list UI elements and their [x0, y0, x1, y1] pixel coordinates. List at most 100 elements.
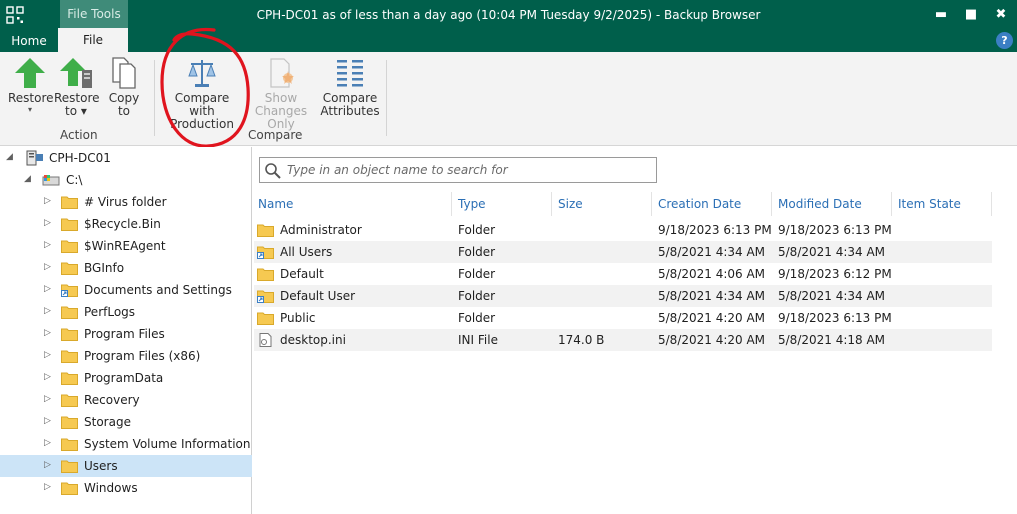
- column-header-type[interactable]: Type: [454, 192, 552, 216]
- expand-icon[interactable]: ▷: [44, 196, 54, 208]
- tab-file[interactable]: File: [58, 28, 128, 52]
- tree-folder-item[interactable]: ▷ Documents and Settings: [0, 279, 252, 301]
- folder-shortcut-icon: [257, 290, 274, 303]
- expand-icon[interactable]: ▷: [44, 438, 54, 450]
- cell-type: Folder: [458, 245, 496, 259]
- column-header-modified-date[interactable]: Modified Date: [774, 192, 892, 216]
- table-row[interactable]: Public Folder 5/8/2021 4:20 AM 9/18/2023 6:…: [254, 307, 992, 329]
- close-button[interactable]: ✖: [984, 0, 1017, 30]
- maximize-button[interactable]: ■: [954, 0, 988, 30]
- compare-group-label: Compare: [248, 128, 303, 142]
- folder-icon: [61, 306, 78, 319]
- tree-folder-item[interactable]: ▷ $Recycle.Bin: [0, 213, 252, 235]
- compare-attributes-button[interactable]: Compare Attributes: [320, 56, 380, 118]
- tree-folder-label: Storage: [84, 415, 131, 429]
- tree-folder-item[interactable]: ▷ Windows: [0, 477, 252, 499]
- column-header-creation-date[interactable]: Creation Date: [654, 192, 772, 216]
- cell-creation-date: 5/8/2021 4:34 AM: [658, 245, 766, 259]
- cell-modified-date: 9/18/2023 6:13 PM: [778, 223, 892, 237]
- cell-creation-date: 5/8/2021 4:20 AM: [658, 333, 766, 347]
- tree-folder-item[interactable]: ▷ Program Files: [0, 323, 252, 345]
- minimize-button[interactable]: ▬: [924, 0, 958, 30]
- search-box[interactable]: [259, 157, 657, 183]
- column-header-item-state[interactable]: Item State: [894, 192, 992, 216]
- expand-icon[interactable]: ▷: [44, 262, 54, 274]
- show-changes-only-button[interactable]: Show Changes Only: [242, 56, 320, 131]
- tree-folder-item[interactable]: ▷ $WinREAgent: [0, 235, 252, 257]
- group-divider: [386, 60, 387, 136]
- expand-icon[interactable]: ▷: [44, 372, 54, 384]
- tree-root[interactable]: ◢ CPH-DC01: [0, 147, 252, 169]
- expand-icon[interactable]: ▷: [44, 218, 54, 230]
- table-row[interactable]: Default User Folder 5/8/2021 4:34 AM 5/8/20…: [254, 285, 992, 307]
- tree-folder-item[interactable]: ▷ Storage: [0, 411, 252, 433]
- expand-icon[interactable]: ▷: [44, 284, 54, 296]
- cell-creation-date: 5/8/2021 4:34 AM: [658, 289, 766, 303]
- table-row[interactable]: Default Folder 5/8/2021 4:06 AM 9/18/2023 6…: [254, 263, 992, 285]
- cell-modified-date: 9/18/2023 6:12 PM: [778, 267, 892, 281]
- window-title: CPH-DC01 as of less than a day ago (10:0…: [256, 8, 761, 22]
- collapse-icon[interactable]: ◢: [6, 152, 16, 164]
- tree-folder-label: # Virus folder: [84, 195, 167, 209]
- tree-folder-item[interactable]: ▷ ProgramData: [0, 367, 252, 389]
- expand-icon[interactable]: ▷: [44, 306, 54, 318]
- tree-folder-item[interactable]: ▷ BGInfo: [0, 257, 252, 279]
- folder-icon: [257, 268, 274, 281]
- tree-folder-item[interactable]: ▷ Recovery: [0, 389, 252, 411]
- tree-folder-label: Program Files: [84, 327, 165, 341]
- restore-to-button[interactable]: Restore to ▾: [54, 56, 100, 118]
- folder-icon: [257, 312, 274, 325]
- search-input[interactable]: [287, 160, 647, 180]
- tree-folder-label: System Volume Information: [84, 437, 251, 451]
- action-group-label: Action: [60, 128, 98, 142]
- folder-shortcut-icon: [61, 284, 78, 297]
- expand-icon[interactable]: ▷: [44, 460, 54, 472]
- expand-icon[interactable]: ▷: [44, 394, 54, 406]
- folder-icon: [61, 240, 78, 253]
- folder-icon: [61, 438, 78, 451]
- folder-icon: [61, 262, 78, 275]
- cell-name: Public: [280, 311, 316, 325]
- table-row[interactable]: Administrator Folder 9/18/2023 6:13 PM 9/18…: [254, 219, 992, 241]
- expand-icon[interactable]: ▷: [44, 482, 54, 494]
- tree-folder-item[interactable]: ▷ Program Files (x86): [0, 345, 252, 367]
- column-header-name[interactable]: Name: [254, 192, 452, 216]
- drive-icon: [42, 175, 60, 186]
- expand-icon[interactable]: ▷: [44, 240, 54, 252]
- ribbon-tabs: Home File ?: [0, 28, 1017, 52]
- collapse-icon[interactable]: ◢: [24, 174, 34, 186]
- tree-folder-label: Recovery: [84, 393, 140, 407]
- expand-icon[interactable]: ▷: [44, 416, 54, 428]
- tab-home[interactable]: Home: [0, 30, 58, 52]
- cell-modified-date: 5/8/2021 4:34 AM: [778, 289, 886, 303]
- expand-icon[interactable]: ▷: [44, 350, 54, 362]
- restore-button[interactable]: Restore ▾: [8, 56, 54, 115]
- cell-name: desktop.ini: [280, 333, 346, 347]
- table-row[interactable]: All Users Folder 5/8/2021 4:34 AM 5/8/2021 …: [254, 241, 992, 263]
- folder-shortcut-icon: [257, 246, 274, 259]
- scales-icon: [188, 60, 216, 87]
- tree-folder-item[interactable]: ▷ # Virus folder: [0, 191, 252, 213]
- folder-icon: [61, 460, 78, 473]
- cell-type: INI File: [458, 333, 498, 347]
- attributes-list-icon: [337, 60, 363, 87]
- expand-icon[interactable]: ▷: [44, 328, 54, 340]
- cell-creation-date: 9/18/2023 6:13 PM: [658, 223, 772, 237]
- column-header-size[interactable]: Size: [554, 192, 652, 216]
- tree-drive-label: C:\: [66, 173, 83, 187]
- tree-drive[interactable]: ◢ C:\: [0, 169, 252, 191]
- tree-folder-item[interactable]: ▷ PerfLogs: [0, 301, 252, 323]
- tree-folder-item[interactable]: ▷ System Volume Information: [0, 433, 252, 455]
- compare-with-production-button[interactable]: Compare with Production: [162, 56, 242, 131]
- help-icon[interactable]: ?: [996, 32, 1013, 49]
- tree-root-label: CPH-DC01: [49, 151, 111, 165]
- tree-folder-label: PerfLogs: [84, 305, 136, 319]
- table-row[interactable]: desktop.ini INI File 174.0 B 5/8/2021 4:20 …: [254, 329, 992, 351]
- tree-folder-item[interactable]: ▷ Users: [0, 455, 252, 477]
- folder-icon: [61, 350, 78, 363]
- folder-icon: [257, 224, 274, 237]
- tree-folder-label: ProgramData: [84, 371, 164, 385]
- copy-to-button[interactable]: Copy to: [104, 56, 144, 118]
- cell-creation-date: 5/8/2021 4:20 AM: [658, 311, 766, 325]
- cell-name: Administrator: [280, 223, 362, 237]
